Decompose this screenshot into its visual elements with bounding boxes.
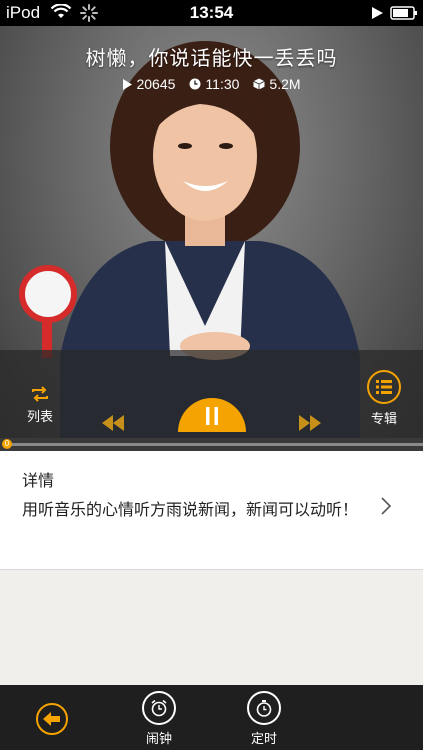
details-heading: 详情 (22, 471, 55, 490)
now-playing-icon (370, 6, 384, 25)
status-bar: iPod 13:54 (0, 0, 423, 26)
progress-track (10, 443, 423, 446)
cube-icon (253, 78, 266, 90)
episode-title: 树懒，你说话能快一丢丢吗 (85, 46, 338, 70)
pause-button[interactable] (178, 398, 246, 432)
status-time: 13:54 (189, 3, 234, 22)
rewind-icon (102, 415, 124, 431)
back-button[interactable] (36, 703, 68, 735)
timer-button[interactable]: 定时 (239, 691, 289, 747)
details-section: 详情 用听音乐的心情听方雨说新闻，新闻可以动听！ (0, 451, 423, 570)
playlist-button[interactable]: 列表 (22, 386, 58, 425)
fast-forward-button[interactable] (299, 415, 321, 435)
play-count: 20645 (122, 76, 175, 92)
alarm-label: 闹钟 (145, 732, 172, 747)
chevron-right-icon[interactable] (380, 496, 392, 520)
back-arrow-icon (43, 712, 60, 726)
play-count-icon (123, 78, 133, 90)
file-size-value: 5.2M (269, 76, 301, 92)
fast-forward-icon (299, 415, 321, 431)
rewind-button[interactable] (102, 415, 124, 435)
progress-bar[interactable]: 0 (0, 438, 423, 451)
clock-icon (189, 78, 201, 90)
alarm-clock-icon (142, 691, 176, 725)
player-controls: 列表 专辑 (0, 350, 423, 438)
album-list-icon (367, 370, 401, 404)
episode-cover: 树懒，你说话能快一丢丢吗 20645 11:30 5.2M 列表 专辑 0 (0, 26, 423, 451)
alarm-button[interactable]: 闹钟 (134, 691, 184, 747)
play-count-value: 20645 (136, 76, 176, 92)
episode-meta: 20645 11:30 5.2M (0, 76, 423, 92)
pause-icon (206, 407, 218, 425)
battery-icon (390, 5, 418, 26)
timer-label: 定时 (250, 732, 277, 747)
file-size: 5.2M (253, 76, 301, 92)
duration: 11:30 (189, 76, 239, 92)
progress-knob[interactable]: 0 (2, 439, 12, 449)
stopwatch-icon (247, 691, 281, 725)
details-description[interactable]: 用听音乐的心情听方雨说新闻，新闻可以动听！ (22, 496, 358, 520)
playlist-label: 列表 (26, 410, 53, 425)
duration-value: 11:30 (205, 76, 240, 92)
bottom-toolbar: 闹钟 定时 (0, 685, 423, 750)
album-label: 专辑 (370, 412, 397, 427)
repeat-icon (32, 386, 48, 402)
album-button[interactable]: 专辑 (364, 370, 404, 427)
